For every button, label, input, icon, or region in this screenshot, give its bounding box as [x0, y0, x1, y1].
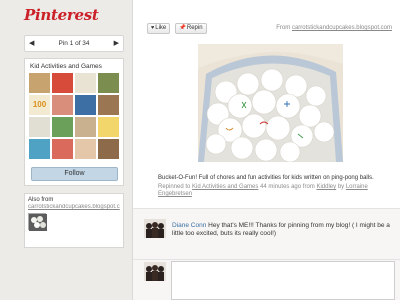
- board-thumbnail[interactable]: [75, 117, 96, 137]
- current-user-avatar: [144, 262, 166, 281]
- board-card: Kid Activities and Games 100 Follow: [24, 58, 124, 186]
- source-link[interactable]: carrotstickandcupcakes.blogspot.com: [292, 25, 392, 31]
- pin-detail-panel: ♥Like 📌Repin From carrotstickandcupcakes…: [132, 0, 400, 300]
- board-thumbnail[interactable]: [29, 139, 50, 159]
- commenter-avatar[interactable]: [144, 219, 166, 238]
- board-thumbnail[interactable]: [98, 117, 119, 137]
- board-thumbnail[interactable]: [98, 139, 119, 159]
- board-thumbnail[interactable]: [52, 73, 73, 93]
- board-thumbnails: 100: [29, 73, 121, 159]
- also-from-thumbnail[interactable]: [28, 213, 47, 231]
- board-thumbnail[interactable]: [29, 117, 50, 137]
- add-comment-area: [133, 260, 400, 300]
- pinterest-logo[interactable]: Pinterest: [24, 6, 99, 24]
- like-label: Like: [155, 25, 167, 31]
- pin-image[interactable]: [198, 44, 343, 162]
- repin-time: 44 minutes ago from: [260, 184, 315, 190]
- board-title[interactable]: Kid Activities and Games: [30, 63, 102, 70]
- ping-pong-thumb-icon: [29, 214, 47, 231]
- follow-button[interactable]: Follow: [31, 167, 118, 181]
- repin-board-link[interactable]: Kid Activities and Games: [192, 184, 258, 190]
- board-thumbnail[interactable]: [52, 139, 73, 159]
- repin-button[interactable]: 📌Repin: [175, 23, 207, 34]
- board-thumbnail[interactable]: [98, 95, 119, 115]
- pushpin-icon: 📌: [179, 25, 186, 31]
- ping-pong-bucket-image: [198, 44, 343, 162]
- repin-by: by: [337, 184, 345, 190]
- left-sidebar: Pinterest ◀ Pin 1 of 34 ▶ Kid Activities…: [0, 0, 130, 300]
- heart-icon: ♥: [151, 25, 155, 31]
- source-prefix: From: [276, 25, 291, 31]
- comment-list: Diane Conn Hey that's ME!!! Thanks for p…: [133, 208, 400, 260]
- board-thumbnail[interactable]: [52, 95, 73, 115]
- comment-author-link[interactable]: Diane Conn: [172, 222, 206, 229]
- board-thumbnail[interactable]: [75, 73, 96, 93]
- repin-label: Repin: [186, 25, 203, 31]
- also-from-source-link[interactable]: carrotstickandcupcakes.blogspot.c: [28, 204, 122, 210]
- comment-input[interactable]: [171, 261, 395, 300]
- repin-prefix: Repinned to: [158, 184, 191, 190]
- next-pin-icon[interactable]: ▶: [114, 39, 119, 47]
- pin-pager: ◀ Pin 1 of 34 ▶: [24, 35, 124, 52]
- people-photo-icon: [144, 219, 166, 238]
- board-thumbnail[interactable]: 100: [29, 95, 50, 115]
- repin-info: Repinned to Kid Activities and Games 44 …: [158, 184, 393, 198]
- board-thumbnail[interactable]: [98, 73, 119, 93]
- like-button[interactable]: ♥Like: [147, 23, 171, 34]
- board-thumbnail[interactable]: [75, 139, 96, 159]
- also-from-card: Also from carrotstickandcupcakes.blogspo…: [24, 193, 124, 248]
- pager-label: Pin 1 of 34: [58, 40, 90, 47]
- comment-item: Diane Conn Hey that's ME!!! Thanks for p…: [172, 222, 394, 238]
- board-thumbnail[interactable]: [29, 73, 50, 93]
- also-from-title: Also from: [28, 197, 54, 203]
- board-thumbnail[interactable]: [52, 117, 73, 137]
- pin-description: Bucket-O-Fun! Full of chores and fun act…: [158, 175, 374, 181]
- repin-from-user-link[interactable]: Kiddley: [316, 184, 336, 190]
- source-line: From carrotstickandcupcakes.blogspot.com: [276, 25, 392, 31]
- people-photo-icon: [144, 262, 166, 281]
- board-thumbnail[interactable]: [75, 95, 96, 115]
